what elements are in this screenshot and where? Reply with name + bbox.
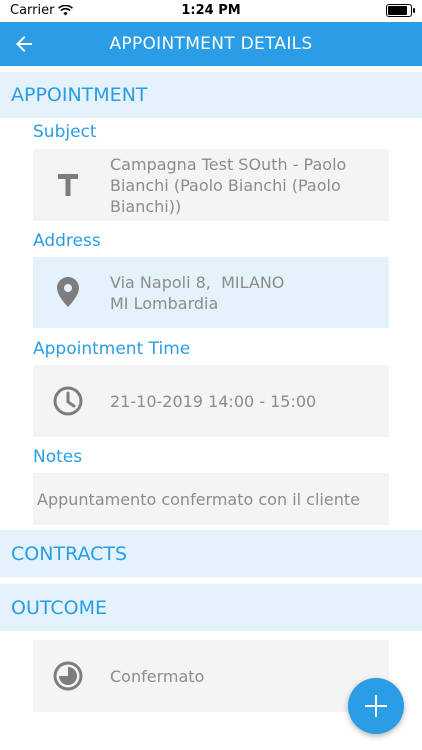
- section-header-contracts[interactable]: CONTRACTS: [0, 530, 422, 577]
- subject-field: Campagna Test SOuth - Paolo Bianchi (Pao…: [33, 149, 389, 221]
- notes-value: Appuntamento confermato con il cliente: [37, 490, 360, 509]
- clock-icon: [53, 386, 83, 416]
- status-bar: Carrier 1:24 PM: [0, 0, 422, 22]
- address-line-1: Via Napoli 8, MILANO: [110, 273, 285, 292]
- appointment-time-value: 21-10-2019 14:00 - 15:00: [110, 392, 317, 411]
- outcome-field: Confermato: [33, 640, 389, 712]
- plus-icon: [365, 695, 387, 717]
- address-field[interactable]: Via Napoli 8, MILANO MI Lombardia: [33, 257, 389, 328]
- appointment-time-field: 21-10-2019 14:00 - 15:00: [33, 365, 389, 437]
- subject-value: Campagna Test SOuth - Paolo Bianchi (Pao…: [110, 155, 347, 216]
- battery-icon: [386, 4, 415, 17]
- text-t-icon: [53, 170, 83, 200]
- status-time: 1:24 PM: [181, 3, 241, 18]
- subject-label: Subject: [33, 122, 97, 142]
- location-pin-icon: [53, 277, 83, 307]
- page-title: APPOINTMENT DETAILS: [109, 34, 313, 54]
- app-bar: APPOINTMENT DETAILS: [0, 22, 422, 66]
- section-header-appointment[interactable]: APPOINTMENT: [0, 72, 422, 118]
- notes-label: Notes: [33, 447, 83, 467]
- add-button[interactable]: [348, 678, 404, 734]
- appointment-time-label: Appointment Time: [33, 339, 191, 359]
- section-header-outcome[interactable]: OUTCOME: [0, 584, 422, 631]
- outcome-value: Confermato: [110, 667, 205, 686]
- address-label: Address: [33, 231, 101, 251]
- status-pie-icon: [53, 661, 83, 691]
- address-line-2: MI Lombardia: [110, 294, 219, 313]
